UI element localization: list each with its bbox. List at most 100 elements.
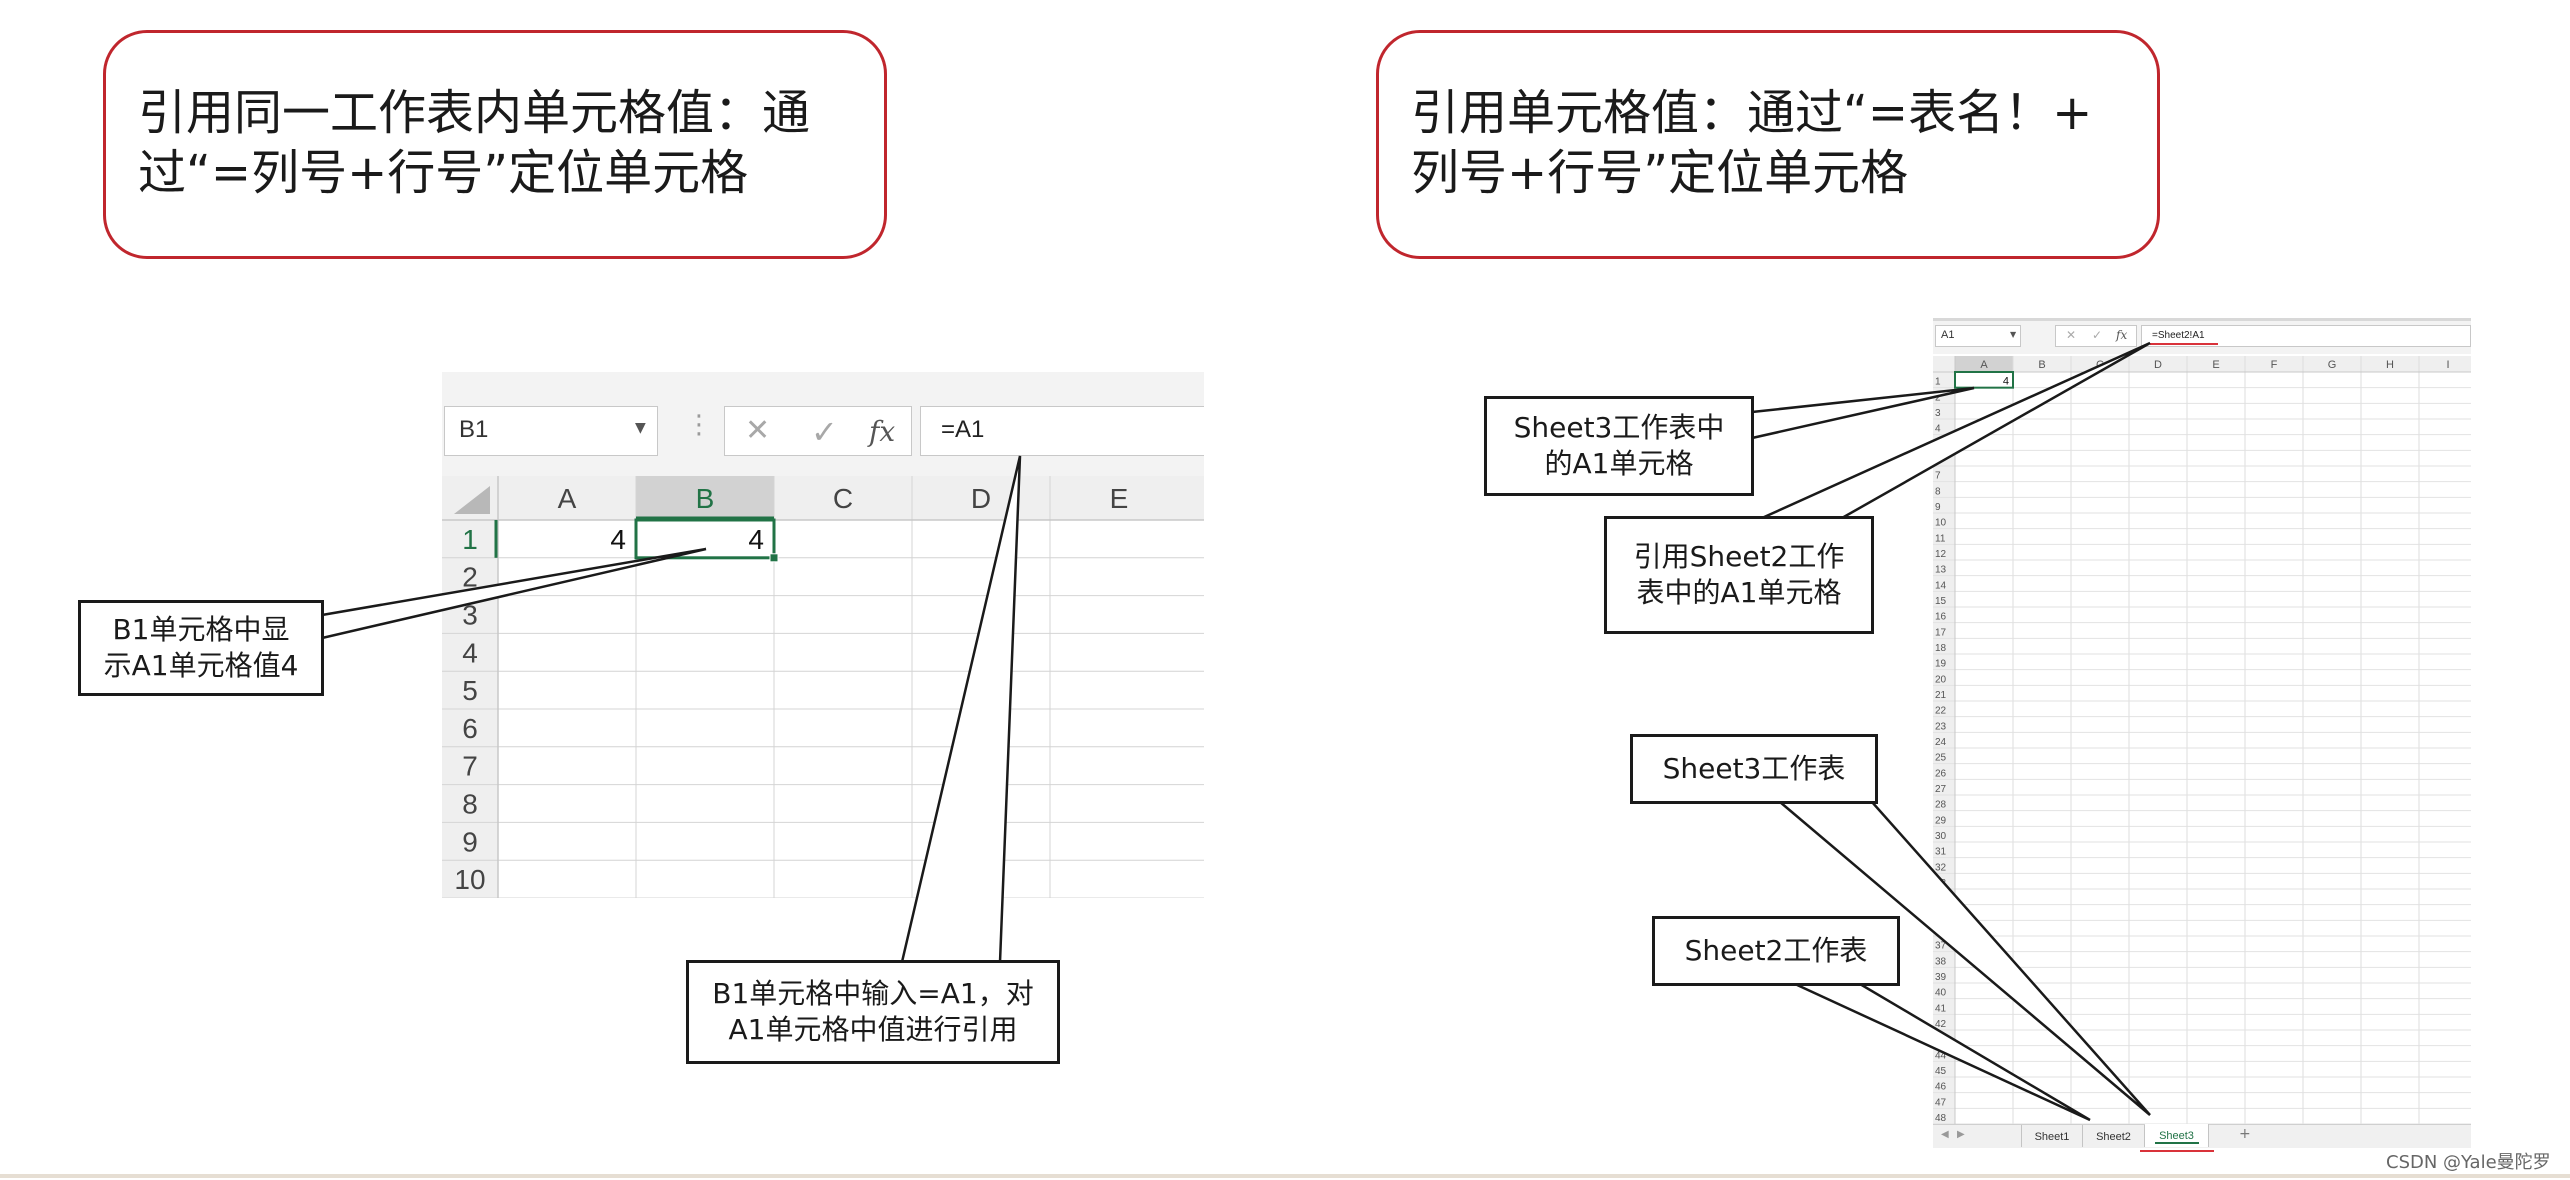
name-box[interactable]: B1 ▼ [444,406,658,456]
fx-icon[interactable]: fx [869,415,895,448]
tab-sheet3[interactable]: Sheet3 [2145,1124,2209,1147]
row-header-1: 1 [462,524,478,555]
r-row-header-23: 23 [1935,721,1947,732]
r-col-header-B: B [2038,359,2045,371]
r-row-header-26: 26 [1935,768,1947,779]
left-excel-window: B1 ▼ ⋮ ✕ ✓ fx =A1 A B C D E 1 2 3 4 5 6 7 8 9 10 4 4 [442,372,1204,898]
r-row-header-18: 18 [1935,643,1947,654]
fill-handle [769,553,779,563]
r-col-header-A: A [1980,359,1988,371]
right-formula-buttons: ✕ ✓ fx [2055,325,2137,347]
r-row-header-28: 28 [1935,800,1947,811]
r-row-header-32: 32 [1935,862,1947,873]
tab-sheet3-label: Sheet3 [2159,1130,2194,1142]
r-row-header-45: 45 [1935,1066,1947,1077]
r-row-header-20: 20 [1935,674,1947,685]
r-row-header-48: 48 [1935,1113,1947,1124]
scroll-right-icon[interactable]: ▶ [1957,1129,1965,1140]
callout-ref-sheet2: 引用Sheet2工作 表中的A1单元格 [1604,516,1874,634]
name-box-value: B1 [459,416,489,443]
r-col-header-H: H [2386,359,2394,371]
row-header-6: 6 [462,713,478,744]
right-fx-icon[interactable]: fx [2116,328,2127,342]
row-header-10: 10 [454,864,485,895]
row-header-3: 3 [462,600,478,631]
r-row-header-33: 33 [1935,878,1947,889]
r-row-header-25: 25 [1935,753,1947,764]
row-header-9: 9 [462,826,478,857]
right-formula-value: =Sheet2!A1 [2152,330,2205,341]
cancel-icon[interactable]: ✕ [745,413,770,448]
r-row-header-21: 21 [1935,690,1947,701]
right-title-text: 引用单元格值：通过“=表名！+ 列号+行号”定位单元格 [1411,85,2093,201]
row-header-7: 7 [462,751,478,782]
r-row-header-2: 2 [1935,392,1941,403]
col-header-E: E [1110,483,1129,514]
right-check-icon[interactable]: ✓ [2092,328,2102,342]
r-row-header-41: 41 [1935,1003,1947,1014]
tab-sheet1[interactable]: Sheet1 [2021,1125,2083,1147]
callout-sheet3-tab: Sheet3工作表 [1630,734,1878,804]
r-row-header-22: 22 [1935,706,1947,717]
r-row-header-5: 5 [1935,439,1941,450]
r-row-header-12: 12 [1935,549,1947,560]
callout-b1-display: B1单元格中显 示A1单元格值4 [78,600,324,696]
right-formula-input[interactable]: =Sheet2!A1 [2141,325,2471,347]
add-sheet-icon[interactable]: + [2239,1126,2251,1142]
formula-input[interactable]: =A1 [920,406,1204,456]
r-row-header-24: 24 [1935,737,1947,748]
right-chevron-down-icon[interactable]: ▼ [2010,330,2016,339]
left-title-text: 引用同一工作表内单元格值：通 过“=列号+行号”定位单元格 [138,85,811,201]
r-row-header-14: 14 [1935,580,1947,591]
bottom-rule [0,1174,2570,1178]
r-row-header-30: 30 [1935,831,1947,842]
active-tab-underline [2155,1142,2199,1144]
r-row-header-34: 34 [1935,894,1947,905]
cell-b1: 4 [748,524,764,555]
scroll-left-icon[interactable]: ◀ [1941,1129,1949,1140]
r-row-header-9: 9 [1935,502,1941,513]
r-row-header-46: 46 [1935,1082,1947,1093]
right-cancel-icon[interactable]: ✕ [2066,328,2076,342]
r-col-header-G: G [2328,359,2337,371]
r-row-header-27: 27 [1935,784,1947,795]
tab-sheet1-label: Sheet1 [2034,1131,2070,1143]
r-row-header-19: 19 [1935,659,1947,670]
right-name-box[interactable]: A1 ▼ [1935,325,2021,347]
left-title-box: 引用同一工作表内单元格值：通 过“=列号+行号”定位单元格 [103,30,887,259]
r-row-header-35: 35 [1935,909,1947,920]
right-grid: A B C D E F G H I1234567891011121314151617181920… [1933,356,2471,1124]
tab-sheet2[interactable]: Sheet2 [2083,1125,2145,1147]
sheet-tabs-bar: ◀ ▶ Sheet1 Sheet2 Sheet3 + [1933,1124,2471,1148]
r-row-header-31: 31 [1935,847,1947,858]
callout-b1-input: B1单元格中输入=A1，对 A1单元格中值进行引用 [686,960,1060,1064]
row-header-2: 2 [462,562,478,593]
sheet3-red-underline [2140,1150,2214,1152]
col-header-C: C [833,483,853,514]
watermark: CSDN @Yale曼陀罗 [2386,1152,2551,1173]
formula-underline [2150,343,2218,345]
r-row-header-3: 3 [1935,408,1941,419]
r-row-header-1: 1 [1935,377,1941,388]
tab-sheet2-label: Sheet2 [2096,1131,2131,1143]
r-row-header-6: 6 [1935,455,1941,466]
r-col-header-F: F [2271,359,2278,371]
r-row-header-15: 15 [1935,596,1947,607]
r-row-header-42: 42 [1935,1019,1947,1030]
r-col-header-I: I [2446,359,2449,371]
check-icon[interactable]: ✓ [811,413,838,451]
col-header-A: A [558,483,577,514]
r-row-header-43: 43 [1935,1035,1947,1046]
r-row-header-11: 11 [1935,533,1946,544]
r-row-header-29: 29 [1935,815,1947,826]
chevron-down-icon[interactable]: ▼ [635,420,646,436]
r-col-header-C: C [2096,359,2104,371]
r-row-header-7: 7 [1935,471,1941,482]
r-row-header-37: 37 [1935,941,1947,952]
cell-a1: 4 [610,524,626,555]
col-header-B: B [696,483,715,514]
right-excel-window: A1 ▼ ✕ ✓ fx =Sheet2!A1 ABCDEFGHI12345678… [1933,318,2471,1148]
callout-sheet2-tab: Sheet2工作表 [1652,916,1900,986]
r-row-header-4: 4 [1935,424,1941,435]
r-row-header-47: 47 [1935,1097,1947,1108]
